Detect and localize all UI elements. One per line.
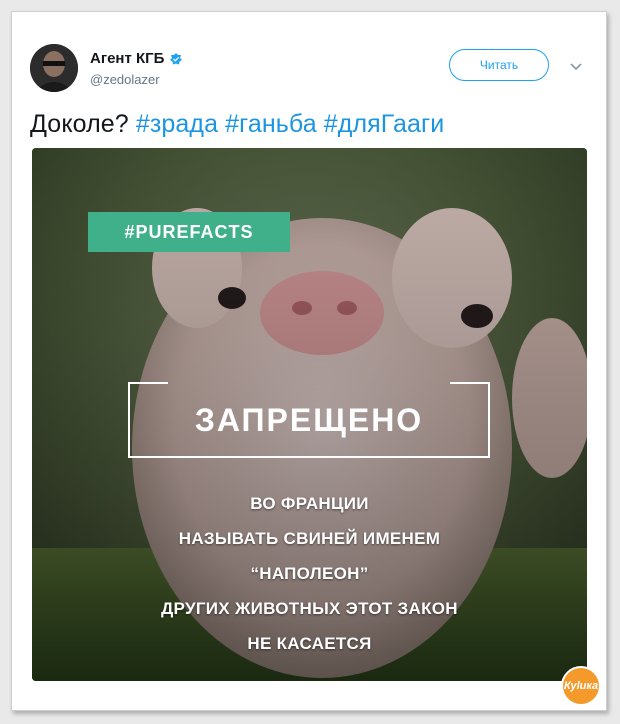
- caption-line: НАЗЫВАТЬ СВИНЕЙ ИМЕНЕМ: [178, 529, 441, 548]
- caption-line: ДРУГИХ ЖИВОТНЫХ ЭТОТ ЗАКОН: [161, 599, 458, 618]
- headline-text: ЗАПРЕЩЕНО: [194, 401, 424, 438]
- hashtag-link[interactable]: #дляГааги: [324, 110, 445, 138]
- author-name[interactable]: Агент КГБ: [90, 50, 164, 67]
- author-handle[interactable]: @zedolazer: [90, 72, 160, 87]
- hashtag-link[interactable]: #ганьба: [225, 110, 317, 138]
- verified-badge-icon: [170, 52, 183, 64]
- hashtag-link[interactable]: #зрада: [136, 110, 218, 138]
- chevron-down-icon[interactable]: [569, 59, 583, 73]
- caption-line: НЕ КАСАЕТСЯ: [247, 634, 372, 653]
- tweet-text: Доколе? #зрада #ганьба #дляГааги: [30, 110, 444, 139]
- tweet-card: Агент КГБ @zedolazer Читать Доколе? #зра…: [11, 11, 607, 711]
- headline-frame: ЗАПРЕЩЕНО: [128, 382, 490, 458]
- caption-line: ВО ФРАНЦИИ: [250, 494, 369, 513]
- tweet-image[interactable]: #PUREFACTS ЗАПРЕЩЕНО ВО ФРАНЦИИ НАЗЫВАТЬ…: [32, 148, 587, 681]
- site-watermark-logo: Куlика: [561, 666, 601, 706]
- follow-button[interactable]: Читать: [449, 49, 549, 81]
- author-row: Агент КГБ: [90, 50, 183, 67]
- avatar[interactable]: [30, 44, 78, 92]
- tweet-plain-text: Доколе?: [30, 110, 129, 138]
- purefacts-tag: #PUREFACTS: [88, 212, 290, 252]
- caption-line: “НАПОЛЕОН”: [250, 564, 369, 583]
